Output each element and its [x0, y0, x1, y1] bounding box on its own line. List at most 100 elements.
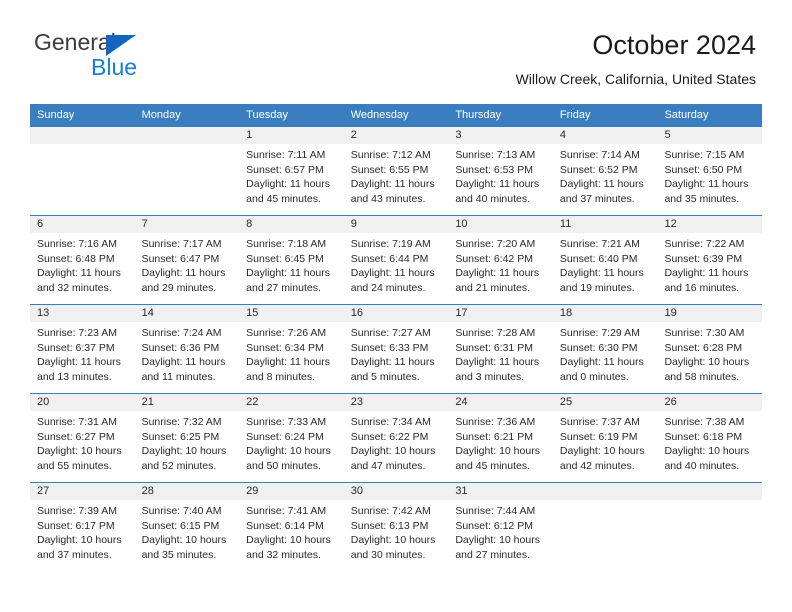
- sunset-text: Sunset: 6:14 PM: [246, 519, 324, 532]
- calendar-grid: Sunday Monday Tuesday Wednesday Thursday…: [30, 104, 763, 571]
- daylight-text: Daylight: 11 hours and 5 minutes.: [350, 356, 435, 383]
- day-number: 24: [448, 394, 553, 411]
- sunset-text: Sunset: 6:13 PM: [350, 519, 429, 532]
- daylight-text: Daylight: 11 hours and 35 minutes.: [664, 178, 749, 205]
- day-details: [553, 500, 658, 504]
- day-details: Sunrise: 7:36 AM Sunset: 6:21 PM Dayligh…: [448, 411, 553, 473]
- day-cell[interactable]: 16 Sunrise: 7:27 AM Sunset: 6:33 PM Dayl…: [343, 305, 449, 393]
- day-cell[interactable]: 25 Sunrise: 7:37 AM Sunset: 6:19 PM Dayl…: [552, 394, 658, 482]
- weekday-header-wednesday: Wednesday: [350, 109, 409, 121]
- daylight-text: Daylight: 10 hours and 58 minutes.: [664, 356, 750, 383]
- day-cell[interactable]: 30 Sunrise: 7:42 AM Sunset: 6:13 PM Dayl…: [343, 483, 449, 571]
- day-cell[interactable]: 29 Sunrise: 7:41 AM Sunset: 6:14 PM Dayl…: [239, 483, 344, 571]
- general-blue-logo[interactable]: General Blue: [34, 30, 254, 86]
- day-cell[interactable]: 6 Sunrise: 7:16 AM Sunset: 6:48 PM Dayli…: [30, 216, 135, 304]
- daylight-text: Daylight: 11 hours and 40 minutes.: [455, 178, 540, 205]
- sunset-text: Sunset: 6:48 PM: [37, 252, 115, 265]
- day-number: 11: [552, 216, 658, 233]
- day-number: 10: [448, 216, 553, 233]
- day-cell[interactable]: 10 Sunrise: 7:20 AM Sunset: 6:42 PM Dayl…: [448, 216, 553, 304]
- day-cell[interactable]: 26 Sunrise: 7:38 AM Sunset: 6:18 PM Dayl…: [657, 394, 763, 482]
- day-cell[interactable]: 1 Sunrise: 7:11 AM Sunset: 6:57 PM Dayli…: [239, 127, 344, 215]
- day-cell[interactable]: [134, 127, 240, 215]
- day-cell[interactable]: 17 Sunrise: 7:28 AM Sunset: 6:31 PM Dayl…: [448, 305, 553, 393]
- day-cell[interactable]: 8 Sunrise: 7:18 AM Sunset: 6:45 PM Dayli…: [239, 216, 344, 304]
- day-number: 31: [448, 483, 553, 500]
- sunset-text: Sunset: 6:37 PM: [37, 341, 115, 354]
- day-cell[interactable]: 2 Sunrise: 7:12 AM Sunset: 6:55 PM Dayli…: [343, 127, 449, 215]
- day-cell[interactable]: 4 Sunrise: 7:14 AM Sunset: 6:52 PM Dayli…: [552, 127, 658, 215]
- day-cell[interactable]: [657, 483, 763, 571]
- day-details: Sunrise: 7:38 AM Sunset: 6:18 PM Dayligh…: [657, 411, 762, 473]
- day-details: Sunrise: 7:31 AM Sunset: 6:27 PM Dayligh…: [30, 411, 135, 473]
- day-cell[interactable]: 19 Sunrise: 7:30 AM Sunset: 6:28 PM Dayl…: [657, 305, 763, 393]
- calendar-week-row: 1 Sunrise: 7:11 AM Sunset: 6:57 PM Dayli…: [30, 126, 763, 215]
- logo-text-blue: Blue: [91, 54, 138, 80]
- day-cell[interactable]: 22 Sunrise: 7:33 AM Sunset: 6:24 PM Dayl…: [239, 394, 344, 482]
- day-cell[interactable]: 20 Sunrise: 7:31 AM Sunset: 6:27 PM Dayl…: [30, 394, 135, 482]
- day-cell[interactable]: 12 Sunrise: 7:22 AM Sunset: 6:39 PM Dayl…: [657, 216, 763, 304]
- daylight-text: Daylight: 11 hours and 43 minutes.: [350, 178, 435, 205]
- sunrise-text: Sunrise: 7:22 AM: [664, 238, 745, 250]
- sunrise-text: Sunrise: 7:12 AM: [350, 149, 431, 161]
- day-details: Sunrise: 7:13 AM Sunset: 6:53 PM Dayligh…: [448, 144, 553, 206]
- day-cell[interactable]: 18 Sunrise: 7:29 AM Sunset: 6:30 PM Dayl…: [552, 305, 658, 393]
- daylight-text: Daylight: 11 hours and 3 minutes.: [455, 356, 540, 383]
- day-number: 16: [343, 305, 449, 322]
- day-number: 23: [343, 394, 449, 411]
- sunrise-text: Sunrise: 7:31 AM: [37, 416, 117, 428]
- day-cell[interactable]: 21 Sunrise: 7:32 AM Sunset: 6:25 PM Dayl…: [134, 394, 240, 482]
- day-cell[interactable]: [30, 127, 135, 215]
- sunset-text: Sunset: 6:24 PM: [246, 430, 324, 443]
- sunrise-text: Sunrise: 7:42 AM: [350, 505, 431, 517]
- daylight-text: Daylight: 11 hours and 13 minutes.: [37, 356, 121, 383]
- day-cell[interactable]: 28 Sunrise: 7:40 AM Sunset: 6:15 PM Dayl…: [134, 483, 240, 571]
- sunset-text: Sunset: 6:44 PM: [350, 252, 429, 265]
- daylight-text: Daylight: 10 hours and 45 minutes.: [455, 445, 540, 472]
- day-cell[interactable]: 11 Sunrise: 7:21 AM Sunset: 6:40 PM Dayl…: [552, 216, 658, 304]
- day-number: 21: [134, 394, 240, 411]
- calendar-week-row: 27 Sunrise: 7:39 AM Sunset: 6:17 PM Dayl…: [30, 482, 763, 571]
- day-cell[interactable]: 23 Sunrise: 7:34 AM Sunset: 6:22 PM Dayl…: [343, 394, 449, 482]
- day-number: 2: [343, 127, 449, 144]
- day-cell[interactable]: 5 Sunrise: 7:15 AM Sunset: 6:50 PM Dayli…: [657, 127, 763, 215]
- day-cell[interactable]: 24 Sunrise: 7:36 AM Sunset: 6:21 PM Dayl…: [448, 394, 553, 482]
- day-cell[interactable]: [552, 483, 658, 571]
- day-cell[interactable]: 15 Sunrise: 7:26 AM Sunset: 6:34 PM Dayl…: [239, 305, 344, 393]
- sunset-text: Sunset: 6:25 PM: [141, 430, 220, 443]
- day-number: 8: [239, 216, 344, 233]
- sunrise-text: Sunrise: 7:33 AM: [246, 416, 327, 428]
- sunrise-text: Sunrise: 7:28 AM: [455, 327, 536, 339]
- day-cell[interactable]: 27 Sunrise: 7:39 AM Sunset: 6:17 PM Dayl…: [30, 483, 135, 571]
- sunrise-text: Sunrise: 7:11 AM: [246, 149, 326, 161]
- sunset-text: Sunset: 6:21 PM: [455, 430, 533, 443]
- day-cell[interactable]: 31 Sunrise: 7:44 AM Sunset: 6:12 PM Dayl…: [448, 483, 553, 571]
- sunrise-text: Sunrise: 7:21 AM: [559, 238, 640, 250]
- day-cell[interactable]: 13 Sunrise: 7:23 AM Sunset: 6:37 PM Dayl…: [30, 305, 135, 393]
- day-details: Sunrise: 7:41 AM Sunset: 6:14 PM Dayligh…: [239, 500, 344, 562]
- daylight-text: Daylight: 10 hours and 47 minutes.: [350, 445, 436, 472]
- sunrise-text: Sunrise: 7:36 AM: [455, 416, 536, 428]
- daylight-text: Daylight: 10 hours and 35 minutes.: [141, 534, 227, 561]
- sunset-text: Sunset: 6:52 PM: [559, 163, 638, 176]
- day-details: Sunrise: 7:12 AM Sunset: 6:55 PM Dayligh…: [344, 144, 449, 206]
- day-cell[interactable]: 3 Sunrise: 7:13 AM Sunset: 6:53 PM Dayli…: [448, 127, 553, 215]
- daylight-text: Daylight: 10 hours and 42 minutes.: [559, 445, 645, 472]
- weekday-header-saturday: Saturday: [664, 109, 709, 121]
- day-cell[interactable]: 7 Sunrise: 7:17 AM Sunset: 6:47 PM Dayli…: [134, 216, 240, 304]
- day-cell[interactable]: 9 Sunrise: 7:19 AM Sunset: 6:44 PM Dayli…: [343, 216, 449, 304]
- day-number: 4: [552, 127, 658, 144]
- day-details: Sunrise: 7:15 AM Sunset: 6:50 PM Dayligh…: [657, 144, 762, 206]
- sunset-text: Sunset: 6:15 PM: [141, 519, 220, 532]
- sunset-text: Sunset: 6:27 PM: [37, 430, 115, 443]
- daylight-text: Daylight: 11 hours and 19 minutes.: [559, 267, 644, 294]
- daylight-text: Daylight: 11 hours and 27 minutes.: [246, 267, 331, 294]
- day-cell[interactable]: 14 Sunrise: 7:24 AM Sunset: 6:36 PM Dayl…: [134, 305, 240, 393]
- day-details: Sunrise: 7:22 AM Sunset: 6:39 PM Dayligh…: [657, 233, 762, 295]
- daylight-text: Daylight: 10 hours and 55 minutes.: [37, 445, 122, 472]
- weekday-header-tuesday: Tuesday: [246, 109, 288, 121]
- day-number: 3: [448, 127, 553, 144]
- sunset-text: Sunset: 6:28 PM: [664, 341, 743, 354]
- day-details: Sunrise: 7:18 AM Sunset: 6:45 PM Dayligh…: [239, 233, 344, 295]
- day-number: 12: [657, 216, 763, 233]
